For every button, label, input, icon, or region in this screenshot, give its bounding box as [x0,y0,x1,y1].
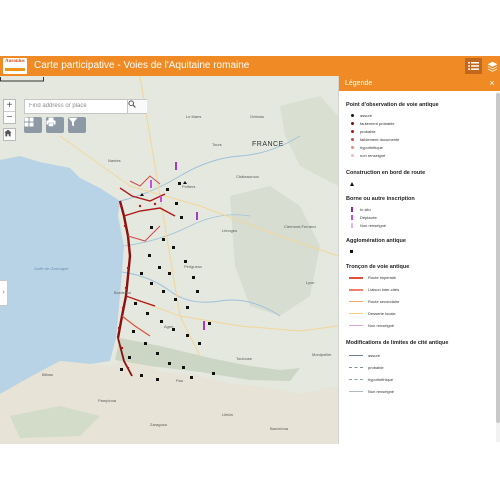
place-label: Toulouse [236,356,253,361]
search-box [24,99,147,114]
place-label: Agen [164,324,174,329]
layers-icon [487,61,498,72]
basemap-gallery-button[interactable] [24,117,42,133]
place-label: Pau [176,378,184,383]
place-label: Lyon [306,280,315,285]
map-view[interactable]: Le Mans Orléans Tours Nantes Poitiers Ch… [0,76,338,444]
filter-button[interactable] [68,117,86,133]
place-label: Châteauroux [236,174,259,179]
filter-icon [68,117,78,127]
place-label: Clermont-Ferrand [284,224,316,229]
place-label: Zaragoza [150,422,167,427]
home-icon [4,129,12,137]
expand-handle[interactable]: › [0,280,8,306]
header-bar: Ausonius Carte participative - Voies de … [0,56,500,76]
triangle-icon [350,182,354,186]
place-label: Lleida [222,412,233,417]
legend-section-title: Point d'observation de voie antique [346,102,439,108]
zoom-in-button[interactable]: + [4,100,15,112]
legend-icon [468,62,479,70]
legend-section-title: Modifications de limites de cité antique [346,340,449,346]
legend-panel-header: Légende × [339,76,500,91]
legend-section-title: Tronçon de voie antique [346,264,410,270]
legend-panel: Légende × Point d'observation de voie an… [338,76,500,444]
legend-section-title: Construction en bord de route [346,170,426,176]
scale-bar [0,77,44,82]
grid-icon [24,117,34,127]
search-input[interactable] [29,101,125,111]
place-label: Orléans [250,114,265,119]
app-window: Ausonius Carte participative - Voies de … [0,56,500,444]
place-label: Le Mans [186,114,202,119]
place-label: Barcelona [270,426,289,431]
place-label: Montpellier [312,352,332,357]
place-label: Bordeaux [114,290,132,295]
legend-title: Légende [345,80,373,87]
country-label: FRANCE [252,141,284,148]
square-icon [350,250,353,253]
place-label: Tours [212,142,222,147]
logo-bar [5,68,25,71]
legend-toggle-button[interactable] [465,58,482,74]
legend-section-title: Borne ou autre inscription [346,196,415,202]
place-label: Poitiers [182,184,196,189]
place-label: Pamplona [98,398,117,403]
app-title: Carte participative - Voies de l'Aquitai… [34,60,250,71]
logo: Ausonius [3,58,27,74]
zoom-control: + − [3,99,16,124]
search-button[interactable] [127,100,147,113]
layers-button[interactable] [484,58,500,74]
print-icon [46,117,56,127]
sea-label: Golfe de Gascogne [34,266,69,271]
place-label: Limoges [222,228,238,233]
place-label: Bilbao [42,372,54,377]
print-button[interactable] [46,117,64,133]
home-button[interactable] [3,128,16,141]
legend-section-title: Agglomération antique [346,238,406,244]
zoom-out-button[interactable]: − [4,112,15,123]
search-icon [128,100,136,108]
place-label: Périgueux [184,264,203,269]
logo-text: Ausonius [5,59,25,64]
place-label: Nantes [108,158,121,163]
legend-body: Point d'observation de voie antique assu… [346,102,449,394]
close-icon[interactable]: × [486,77,498,89]
